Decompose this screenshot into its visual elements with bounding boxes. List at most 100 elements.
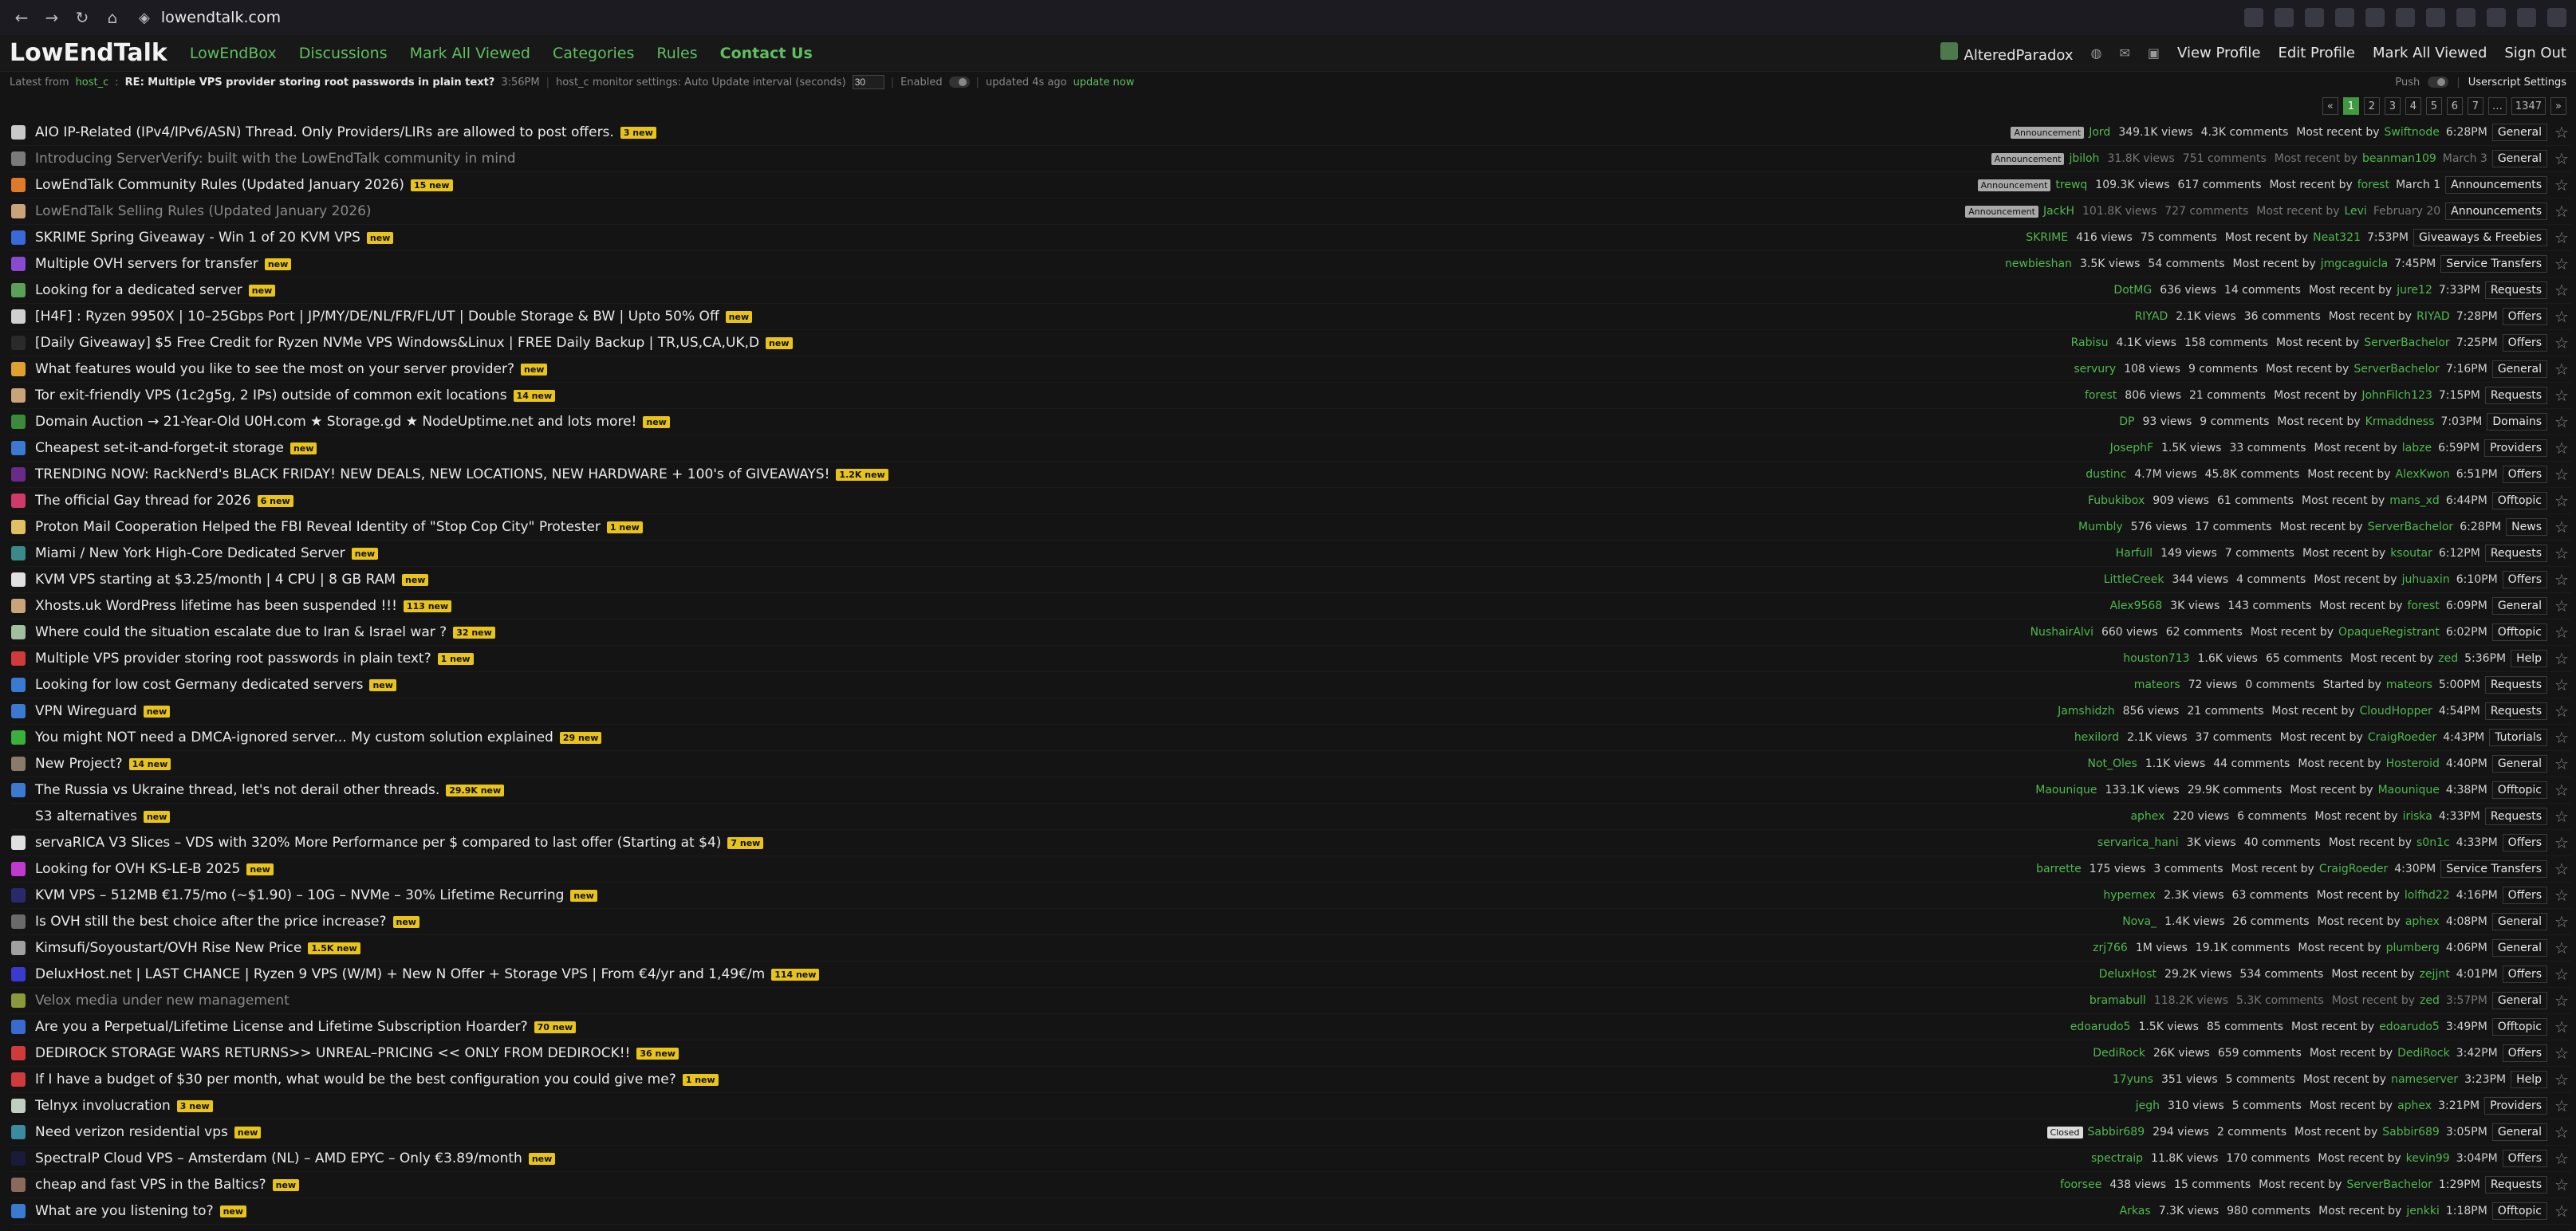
author-link[interactable]: Not_Oles: [2087, 757, 2137, 770]
author-link[interactable]: Rabisu: [2071, 336, 2109, 349]
bookmark-star-icon[interactable]: ☆: [2552, 702, 2571, 721]
bookmark-star-icon[interactable]: ☆: [2552, 859, 2571, 879]
last-post-time[interactable]: 6:02PM: [2446, 626, 2487, 639]
author-link[interactable]: JackH: [2043, 205, 2074, 218]
page-link[interactable]: 1347: [2511, 97, 2546, 115]
last-poster-link[interactable]: Swiftnode: [2385, 126, 2440, 139]
author-link[interactable]: zrj766: [2093, 942, 2128, 954]
category-badge[interactable]: Help: [2511, 650, 2547, 667]
bookmark-star-icon[interactable]: ☆: [2552, 1070, 2571, 1089]
bookmark-star-icon[interactable]: ☆: [2552, 465, 2571, 484]
thread-title[interactable]: cheap and fast VPS in the Baltics?: [35, 1177, 266, 1193]
thread-title[interactable]: Looking for low cost Germany dedicated s…: [35, 677, 363, 693]
last-poster-link[interactable]: plumberg: [2386, 942, 2440, 954]
category-badge[interactable]: Offtopic: [2491, 623, 2547, 641]
last-post-time[interactable]: 6:12PM: [2439, 547, 2480, 560]
thread-title[interactable]: TRENDING NOW: RackNerd's BLACK FRIDAY! N…: [35, 466, 829, 482]
category-badge[interactable]: News: [2506, 518, 2547, 536]
bookmark-star-icon[interactable]: ☆: [2552, 412, 2571, 431]
page-link[interactable]: 5: [2425, 97, 2442, 115]
author-link[interactable]: newbieshan: [2005, 258, 2072, 270]
thread-title[interactable]: KVM VPS starting at $3.25/month | 4 CPU …: [35, 572, 396, 588]
last-poster-link[interactable]: iriska: [2403, 810, 2432, 823]
last-post-time[interactable]: 4:43PM: [2443, 731, 2484, 744]
home-icon[interactable]: ⌂: [100, 6, 124, 29]
username[interactable]: AlteredParadox: [1964, 47, 2074, 64]
last-poster-link[interactable]: edoarudo5: [2379, 1021, 2440, 1033]
category-badge[interactable]: Offers: [2502, 1044, 2547, 1062]
last-poster-link[interactable]: Neat321: [2313, 231, 2361, 244]
last-post-time[interactable]: 5:36PM: [2464, 652, 2506, 665]
bookmark-icon[interactable]: ▣: [2148, 45, 2160, 61]
page-link[interactable]: …: [2487, 97, 2507, 115]
category-badge[interactable]: Offtopic: [2491, 492, 2547, 509]
author-link[interactable]: Jord: [2089, 126, 2110, 139]
author-link[interactable]: dustinc: [2086, 468, 2126, 481]
category-badge[interactable]: General: [2491, 1123, 2547, 1141]
last-post-time[interactable]: 4:30PM: [2394, 863, 2436, 875]
last-poster-link[interactable]: Maounique: [2378, 784, 2440, 796]
author-link[interactable]: servury: [2074, 363, 2116, 376]
thread-title[interactable]: Multiple OVH servers for transfer: [35, 256, 258, 272]
bookmark-star-icon[interactable]: ☆: [2552, 149, 2571, 168]
last-post-time[interactable]: March 3: [2443, 152, 2487, 165]
thread-title[interactable]: S3 alternatives: [35, 808, 137, 824]
last-poster-link[interactable]: Sabbir689: [2382, 1126, 2440, 1139]
bookmark-star-icon[interactable]: ☆: [2552, 1175, 2571, 1194]
author-link[interactable]: aphex: [2130, 810, 2164, 823]
page-link[interactable]: »: [2550, 97, 2566, 115]
thread-title[interactable]: New Project?: [35, 756, 123, 772]
thread-title[interactable]: SKRIME Spring Giveaway - Win 1 of 20 KVM…: [35, 230, 360, 246]
author-link[interactable]: 17yuns: [2113, 1073, 2153, 1086]
last-post-time[interactable]: 3:23PM: [2464, 1073, 2506, 1086]
author-link[interactable]: DP: [2119, 415, 2134, 428]
last-poster-link[interactable]: CraigRoeder: [2319, 863, 2388, 875]
nav-discussions[interactable]: Discussions: [299, 45, 388, 62]
last-poster-link[interactable]: Krmaddness: [2365, 415, 2435, 428]
interval-input[interactable]: [852, 75, 884, 89]
thread-title[interactable]: Proton Mail Cooperation Helped the FBI R…: [35, 519, 601, 535]
bookmark-star-icon[interactable]: ☆: [2552, 596, 2571, 616]
page-link[interactable]: 4: [2405, 97, 2421, 115]
author-link[interactable]: Mumbly: [2078, 521, 2123, 533]
category-badge[interactable]: Announcements: [2445, 176, 2547, 194]
last-post-time[interactable]: 3:21PM: [2438, 1099, 2479, 1112]
category-badge[interactable]: Tutorials: [2489, 729, 2547, 746]
last-post-time[interactable]: 7:45PM: [2394, 258, 2436, 270]
bookmark-star-icon[interactable]: ☆: [2552, 123, 2571, 142]
last-poster-link[interactable]: zejjnt: [2420, 968, 2450, 981]
last-poster-link[interactable]: juhuaxin: [2402, 573, 2450, 586]
thread-title[interactable]: Cheapest set-it-and-forget-it storage: [35, 440, 284, 456]
thread-title[interactable]: servaRICA V3 Slices – VDS with 320% More…: [35, 835, 721, 851]
last-poster-link[interactable]: jenkki: [2406, 1205, 2439, 1217]
nav-mark-all-viewed[interactable]: Mark All Viewed: [410, 45, 530, 62]
last-post-time[interactable]: 7:53PM: [2367, 231, 2409, 244]
bookmark-star-icon[interactable]: ☆: [2552, 439, 2571, 458]
author-link[interactable]: Maounique: [2035, 784, 2097, 796]
category-badge[interactable]: Giveaways & Freebies: [2413, 229, 2547, 246]
thread-title[interactable]: Looking for OVH KS-LE-B 2025: [35, 861, 240, 877]
thread-title[interactable]: AIO IP-Related (IPv4/IPv6/ASN) Thread. O…: [35, 124, 614, 140]
page-link[interactable]: «: [2322, 97, 2338, 115]
last-post-time[interactable]: 4:08PM: [2446, 915, 2487, 928]
extension-icon[interactable]: [2456, 8, 2476, 27]
thread-title[interactable]: DEDIROCK STORAGE WARS RETURNS>> UNREAL–P…: [35, 1045, 630, 1061]
last-post-time[interactable]: 4:16PM: [2456, 889, 2498, 902]
bookmark-star-icon[interactable]: ☆: [2552, 781, 2571, 800]
thread-title[interactable]: What features would you like to see the …: [35, 361, 514, 377]
category-badge[interactable]: Offers: [2502, 571, 2547, 588]
author-link[interactable]: mateors: [2134, 678, 2180, 691]
author-link[interactable]: SKRIME: [2026, 231, 2068, 244]
category-badge[interactable]: Service Transfers: [2440, 255, 2547, 273]
last-poster-link[interactable]: kevin99: [2406, 1152, 2450, 1165]
bookmark-star-icon[interactable]: ☆: [2552, 307, 2571, 326]
last-poster-link[interactable]: jmgcaguicla: [2321, 258, 2389, 270]
author-link[interactable]: NushairAlvi: [2030, 626, 2093, 639]
last-poster-link[interactable]: labze: [2402, 442, 2432, 454]
author-link[interactable]: Arkas: [2120, 1205, 2151, 1217]
thread-title[interactable]: Looking for a dedicated server: [35, 282, 242, 298]
page-link[interactable]: 1: [2342, 97, 2359, 115]
bookmark-star-icon[interactable]: ☆: [2552, 1149, 2571, 1168]
last-poster-link[interactable]: lolfhd22: [2405, 889, 2450, 902]
page-link[interactable]: 7: [2467, 97, 2483, 115]
